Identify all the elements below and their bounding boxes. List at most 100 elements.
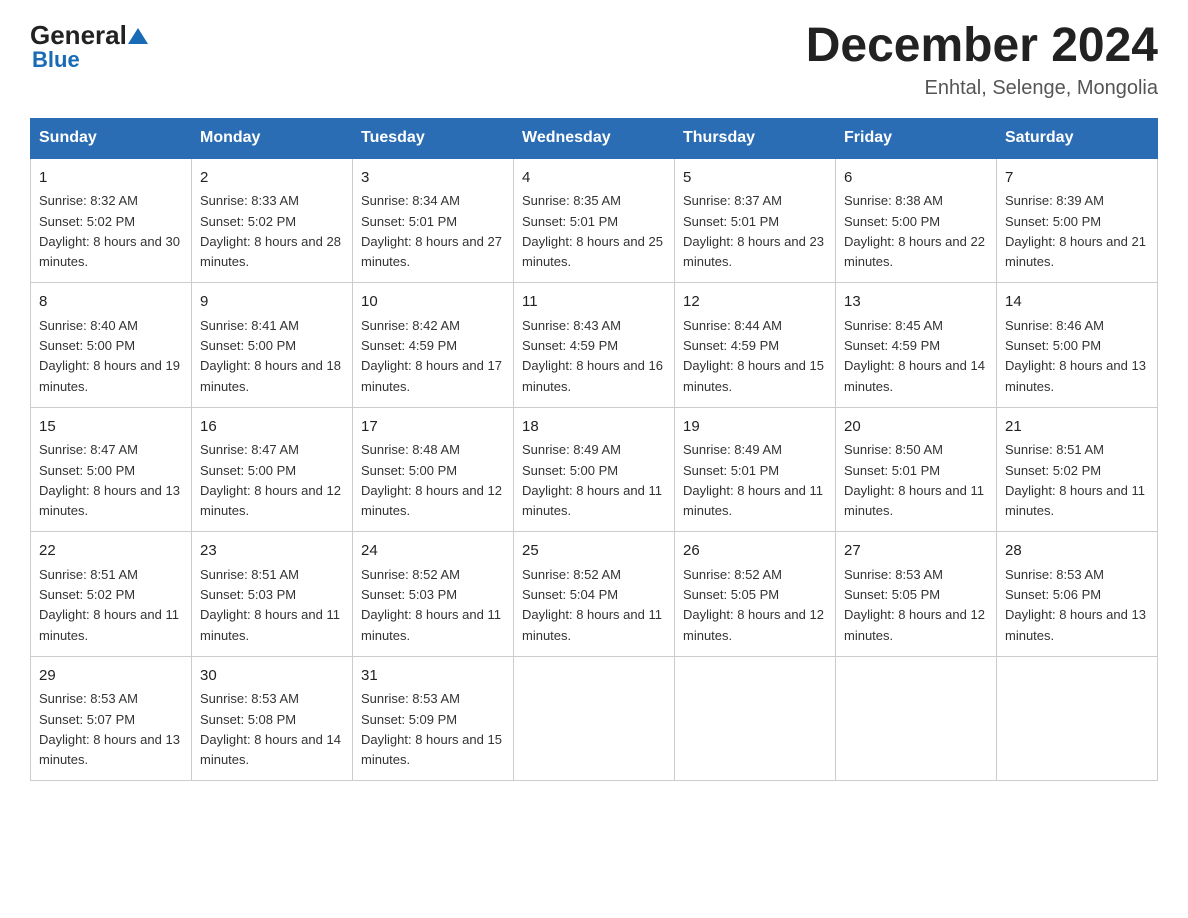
- weekday-header-wednesday: Wednesday: [514, 118, 675, 158]
- calendar-cell: 27 Sunrise: 8:53 AMSunset: 5:05 PMDayligh…: [836, 532, 997, 657]
- title-area: December 2024 Enhtal, Selenge, Mongolia: [806, 20, 1158, 100]
- day-number: 18: [522, 416, 666, 439]
- day-info: Sunrise: 8:52 AMSunset: 5:05 PMDaylight:…: [683, 567, 824, 643]
- day-number: 24: [361, 540, 505, 563]
- day-info: Sunrise: 8:41 AMSunset: 5:00 PMDaylight:…: [200, 318, 341, 394]
- calendar-cell: 15 Sunrise: 8:47 AMSunset: 5:00 PMDayligh…: [31, 407, 192, 532]
- month-title: December 2024: [806, 20, 1158, 73]
- day-info: Sunrise: 8:39 AMSunset: 5:00 PMDaylight:…: [1005, 193, 1146, 269]
- day-info: Sunrise: 8:45 AMSunset: 4:59 PMDaylight:…: [844, 318, 985, 394]
- day-number: 27: [844, 540, 988, 563]
- calendar-cell: 14 Sunrise: 8:46 AMSunset: 5:00 PMDayligh…: [997, 283, 1158, 408]
- day-number: 29: [39, 665, 183, 688]
- calendar-cell: 20 Sunrise: 8:50 AMSunset: 5:01 PMDayligh…: [836, 407, 997, 532]
- weekday-header-monday: Monday: [192, 118, 353, 158]
- day-number: 12: [683, 291, 827, 314]
- day-info: Sunrise: 8:35 AMSunset: 5:01 PMDaylight:…: [522, 193, 663, 269]
- day-number: 26: [683, 540, 827, 563]
- day-info: Sunrise: 8:46 AMSunset: 5:00 PMDaylight:…: [1005, 318, 1146, 394]
- logo-blue-text: Blue: [30, 47, 80, 73]
- calendar-week-1: 1Sunrise: 8:32 AMSunset: 5:02 PMDaylight…: [31, 158, 1158, 283]
- calendar-cell: 22 Sunrise: 8:51 AMSunset: 5:02 PMDayligh…: [31, 532, 192, 657]
- calendar-cell: 21 Sunrise: 8:51 AMSunset: 5:02 PMDayligh…: [997, 407, 1158, 532]
- calendar-week-2: 8Sunrise: 8:40 AMSunset: 5:00 PMDaylight…: [31, 283, 1158, 408]
- calendar-cell: 3Sunrise: 8:34 AMSunset: 5:01 PMDaylight…: [353, 158, 514, 283]
- day-info: Sunrise: 8:43 AMSunset: 4:59 PMDaylight:…: [522, 318, 663, 394]
- calendar-cell: 4 Sunrise: 8:35 AMSunset: 5:01 PMDaylight…: [514, 158, 675, 283]
- day-info: Sunrise: 8:40 AMSunset: 5:00 PMDaylight:…: [39, 318, 180, 394]
- day-number: 20: [844, 416, 988, 439]
- day-info: Sunrise: 8:53 AMSunset: 5:06 PMDaylight:…: [1005, 567, 1146, 643]
- calendar-cell: 16 Sunrise: 8:47 AMSunset: 5:00 PMDayligh…: [192, 407, 353, 532]
- day-number: 7: [1005, 167, 1149, 190]
- day-info: Sunrise: 8:51 AMSunset: 5:02 PMDaylight:…: [1005, 442, 1145, 518]
- day-number: 28: [1005, 540, 1149, 563]
- day-info: Sunrise: 8:49 AMSunset: 5:01 PMDaylight:…: [683, 442, 823, 518]
- day-number: 13: [844, 291, 988, 314]
- day-info: Sunrise: 8:51 AMSunset: 5:03 PMDaylight:…: [200, 567, 340, 643]
- weekday-header-sunday: Sunday: [31, 118, 192, 158]
- day-info: Sunrise: 8:53 AMSunset: 5:08 PMDaylight:…: [200, 691, 341, 767]
- weekday-header-friday: Friday: [836, 118, 997, 158]
- day-number: 10: [361, 291, 505, 314]
- calendar-cell: 19Sunrise: 8:49 AMSunset: 5:01 PMDayligh…: [675, 407, 836, 532]
- day-number: 22: [39, 540, 183, 563]
- day-info: Sunrise: 8:48 AMSunset: 5:00 PMDaylight:…: [361, 442, 502, 518]
- day-number: 2: [200, 167, 344, 190]
- calendar-cell: 24 Sunrise: 8:52 AMSunset: 5:03 PMDayligh…: [353, 532, 514, 657]
- day-info: Sunrise: 8:47 AMSunset: 5:00 PMDaylight:…: [200, 442, 341, 518]
- calendar-cell: 8Sunrise: 8:40 AMSunset: 5:00 PMDaylight…: [31, 283, 192, 408]
- calendar-cell: [514, 656, 675, 781]
- location-subtitle: Enhtal, Selenge, Mongolia: [806, 77, 1158, 100]
- day-number: 16: [200, 416, 344, 439]
- day-number: 31: [361, 665, 505, 688]
- calendar-cell: 13 Sunrise: 8:45 AMSunset: 4:59 PMDayligh…: [836, 283, 997, 408]
- day-info: Sunrise: 8:51 AMSunset: 5:02 PMDaylight:…: [39, 567, 179, 643]
- logo-blue-arrow: [127, 25, 149, 47]
- calendar-cell: 23 Sunrise: 8:51 AMSunset: 5:03 PMDayligh…: [192, 532, 353, 657]
- day-info: Sunrise: 8:53 AMSunset: 5:07 PMDaylight:…: [39, 691, 180, 767]
- day-number: 25: [522, 540, 666, 563]
- day-info: Sunrise: 8:50 AMSunset: 5:01 PMDaylight:…: [844, 442, 984, 518]
- calendar-cell: 9 Sunrise: 8:41 AMSunset: 5:00 PMDaylight…: [192, 283, 353, 408]
- calendar-cell: 25Sunrise: 8:52 AMSunset: 5:04 PMDayligh…: [514, 532, 675, 657]
- page-header: General Blue December 2024 Enhtal, Selen…: [30, 20, 1158, 100]
- calendar-cell: [836, 656, 997, 781]
- day-number: 1: [39, 167, 183, 190]
- calendar-cell: 31 Sunrise: 8:53 AMSunset: 5:09 PMDayligh…: [353, 656, 514, 781]
- weekday-header-tuesday: Tuesday: [353, 118, 514, 158]
- day-info: Sunrise: 8:49 AMSunset: 5:00 PMDaylight:…: [522, 442, 662, 518]
- logo: General Blue: [30, 20, 149, 73]
- day-number: 4: [522, 167, 666, 190]
- calendar-cell: [997, 656, 1158, 781]
- calendar-cell: 11Sunrise: 8:43 AMSunset: 4:59 PMDayligh…: [514, 283, 675, 408]
- day-info: Sunrise: 8:53 AMSunset: 5:09 PMDaylight:…: [361, 691, 502, 767]
- calendar-cell: 10 Sunrise: 8:42 AMSunset: 4:59 PMDayligh…: [353, 283, 514, 408]
- calendar-week-5: 29 Sunrise: 8:53 AMSunset: 5:07 PMDayligh…: [31, 656, 1158, 781]
- calendar-cell: 30 Sunrise: 8:53 AMSunset: 5:08 PMDayligh…: [192, 656, 353, 781]
- day-number: 15: [39, 416, 183, 439]
- day-number: 9: [200, 291, 344, 314]
- calendar-cell: 18 Sunrise: 8:49 AMSunset: 5:00 PMDayligh…: [514, 407, 675, 532]
- day-number: 6: [844, 167, 988, 190]
- calendar-week-4: 22 Sunrise: 8:51 AMSunset: 5:02 PMDayligh…: [31, 532, 1158, 657]
- day-number: 17: [361, 416, 505, 439]
- day-info: Sunrise: 8:53 AMSunset: 5:05 PMDaylight:…: [844, 567, 985, 643]
- day-info: Sunrise: 8:52 AMSunset: 5:03 PMDaylight:…: [361, 567, 501, 643]
- day-number: 3: [361, 167, 505, 190]
- day-info: Sunrise: 8:33 AMSunset: 5:02 PMDaylight:…: [200, 193, 341, 269]
- calendar-cell: 17 Sunrise: 8:48 AMSunset: 5:00 PMDayligh…: [353, 407, 514, 532]
- day-info: Sunrise: 8:44 AMSunset: 4:59 PMDaylight:…: [683, 318, 824, 394]
- calendar-cell: [675, 656, 836, 781]
- day-number: 21: [1005, 416, 1149, 439]
- calendar-cell: 12 Sunrise: 8:44 AMSunset: 4:59 PMDayligh…: [675, 283, 836, 408]
- day-number: 30: [200, 665, 344, 688]
- day-info: Sunrise: 8:37 AMSunset: 5:01 PMDaylight:…: [683, 193, 824, 269]
- day-number: 14: [1005, 291, 1149, 314]
- calendar-cell: 7 Sunrise: 8:39 AMSunset: 5:00 PMDaylight…: [997, 158, 1158, 283]
- calendar-cell: 6Sunrise: 8:38 AMSunset: 5:00 PMDaylight…: [836, 158, 997, 283]
- day-number: 23: [200, 540, 344, 563]
- weekday-header-thursday: Thursday: [675, 118, 836, 158]
- day-info: Sunrise: 8:42 AMSunset: 4:59 PMDaylight:…: [361, 318, 502, 394]
- day-info: Sunrise: 8:47 AMSunset: 5:00 PMDaylight:…: [39, 442, 180, 518]
